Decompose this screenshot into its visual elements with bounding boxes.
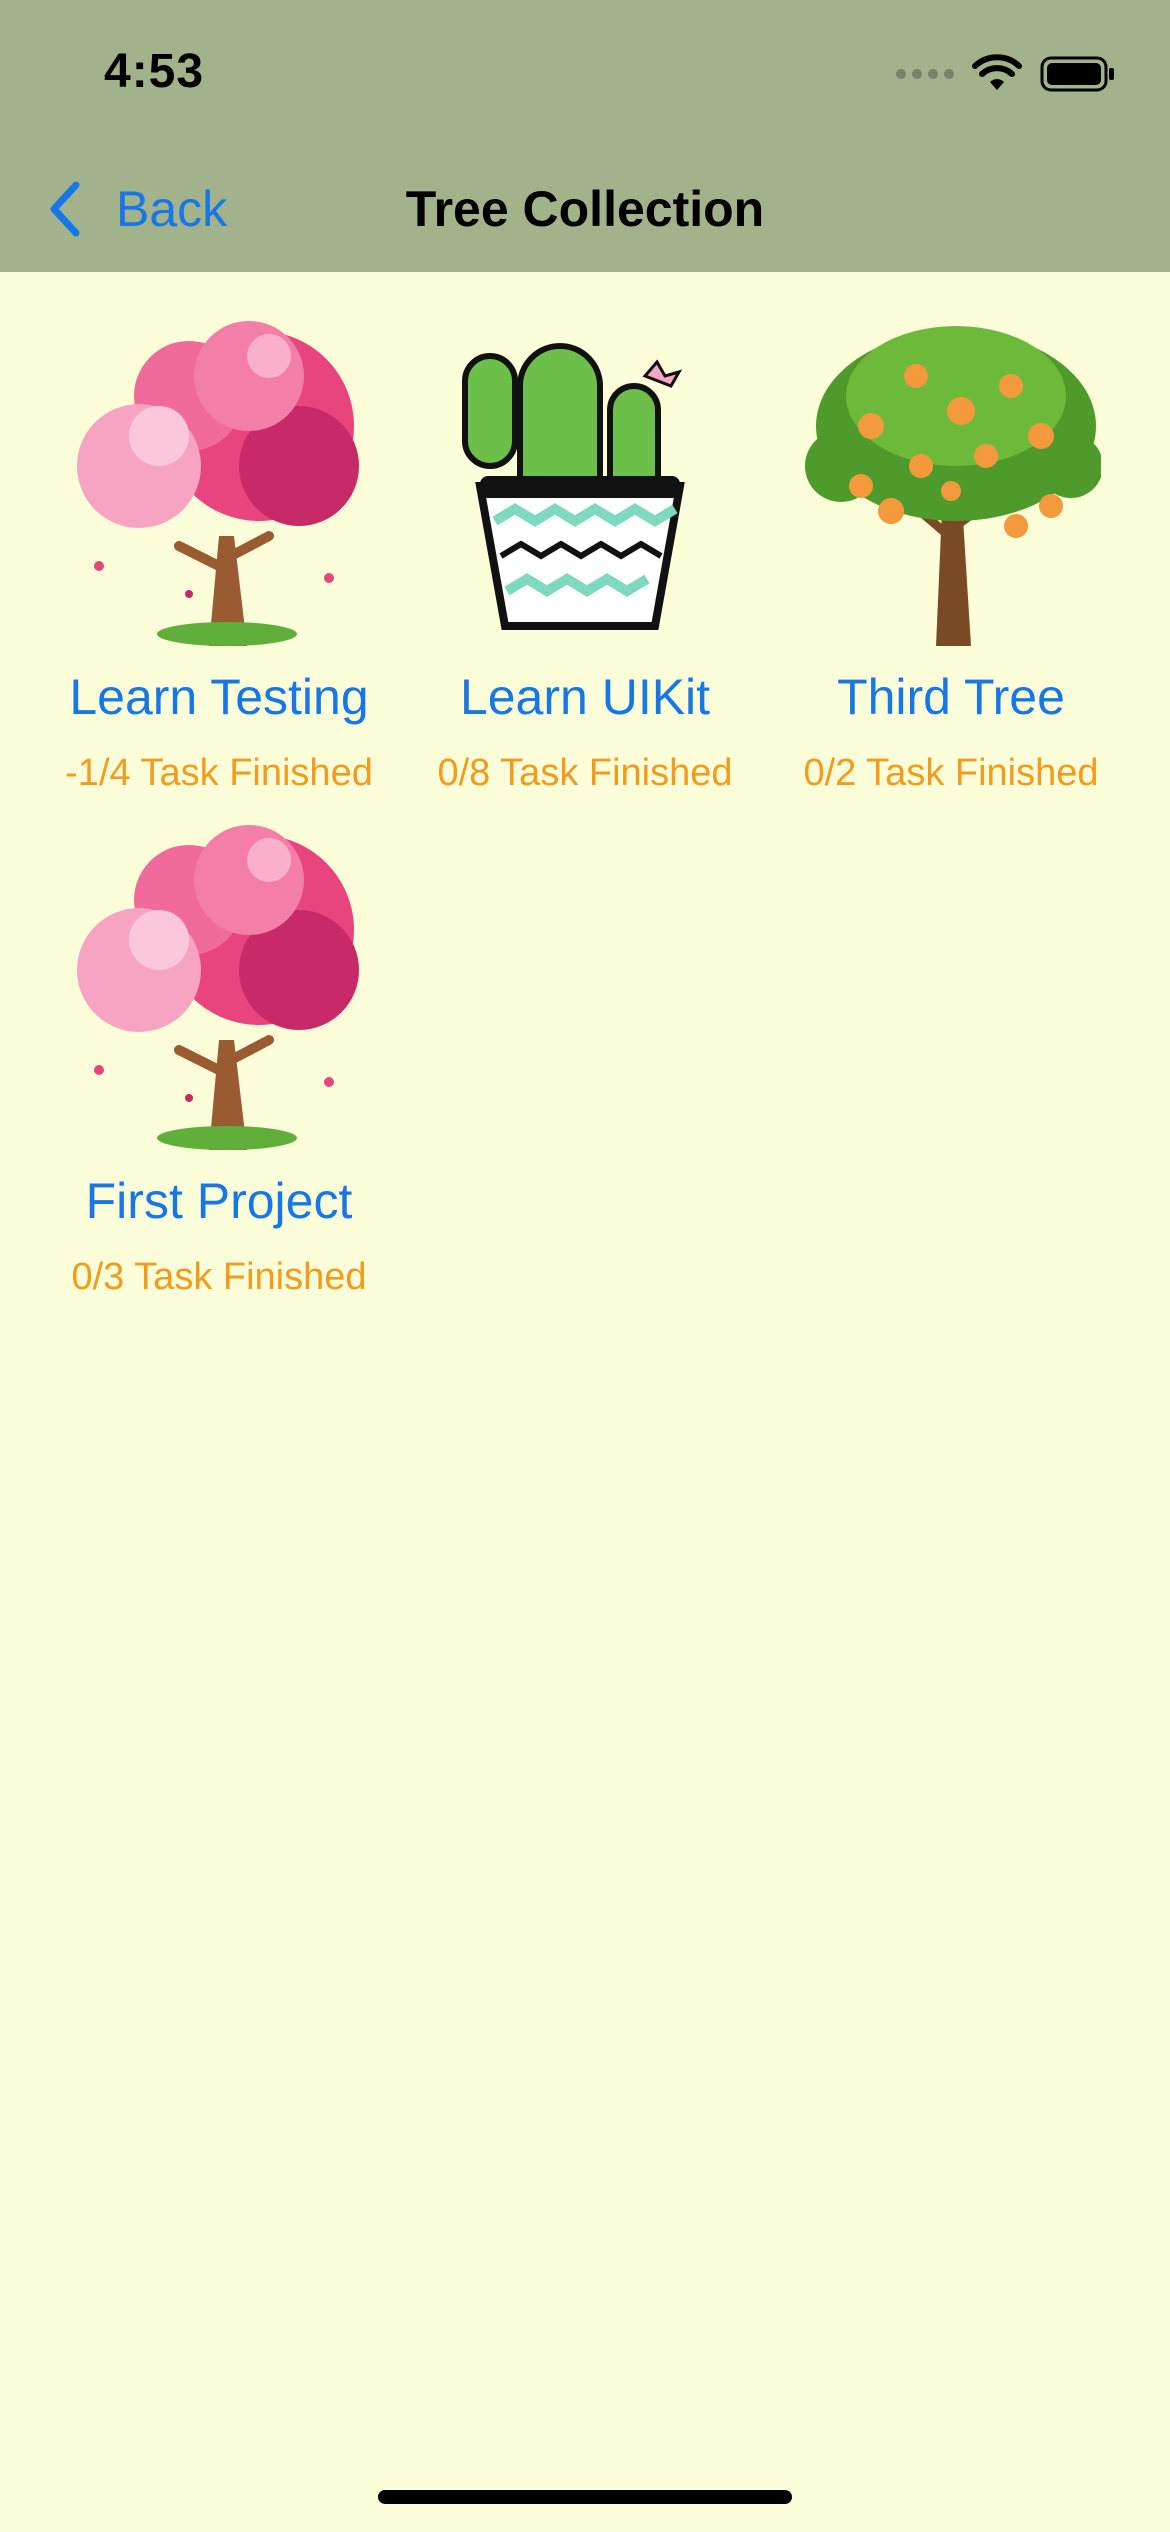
status-icons — [896, 52, 1116, 96]
cellular-signal-icon — [896, 69, 954, 79]
navigation-header: 4:53 Back Tree Collection — [0, 0, 1170, 272]
battery-icon — [1040, 56, 1114, 92]
tree-cell-learn-uikit[interactable]: Learn UIKit 0/8 Task Finished — [402, 300, 768, 810]
pink-blossom-tree-icon — [77, 321, 359, 646]
tree-progress: 0/3 Task Finished — [71, 1256, 367, 1298]
tree-name: First Project — [85, 1173, 353, 1229]
tree-cell-third-tree[interactable]: Third Tree 0/2 Task Finished — [768, 300, 1134, 810]
status-time: 4:53 — [104, 45, 205, 98]
pink-blossom-tree-icon — [77, 825, 359, 1150]
tree-cell-learn-testing[interactable]: Learn Testing -1/4 Task Finished — [36, 300, 402, 810]
tree-progress: 0/8 Task Finished — [437, 752, 733, 794]
tree-name: Learn Testing — [69, 669, 369, 725]
tree-name: Learn UIKit — [459, 669, 711, 725]
tree-progress: -1/4 Task Finished — [65, 752, 373, 794]
page-title: Tree Collection — [405, 181, 765, 237]
tree-progress: 0/2 Task Finished — [803, 752, 1099, 794]
tree-name: Third Tree — [837, 669, 1065, 725]
potted-cactus-icon — [462, 343, 685, 630]
orange-fruit-tree-icon — [805, 326, 1101, 646]
home-indicator[interactable] — [378, 2490, 792, 2504]
wifi-icon — [972, 54, 1022, 90]
tree-cell-first-project[interactable]: First Project 0/3 Task Finished — [36, 804, 402, 1314]
